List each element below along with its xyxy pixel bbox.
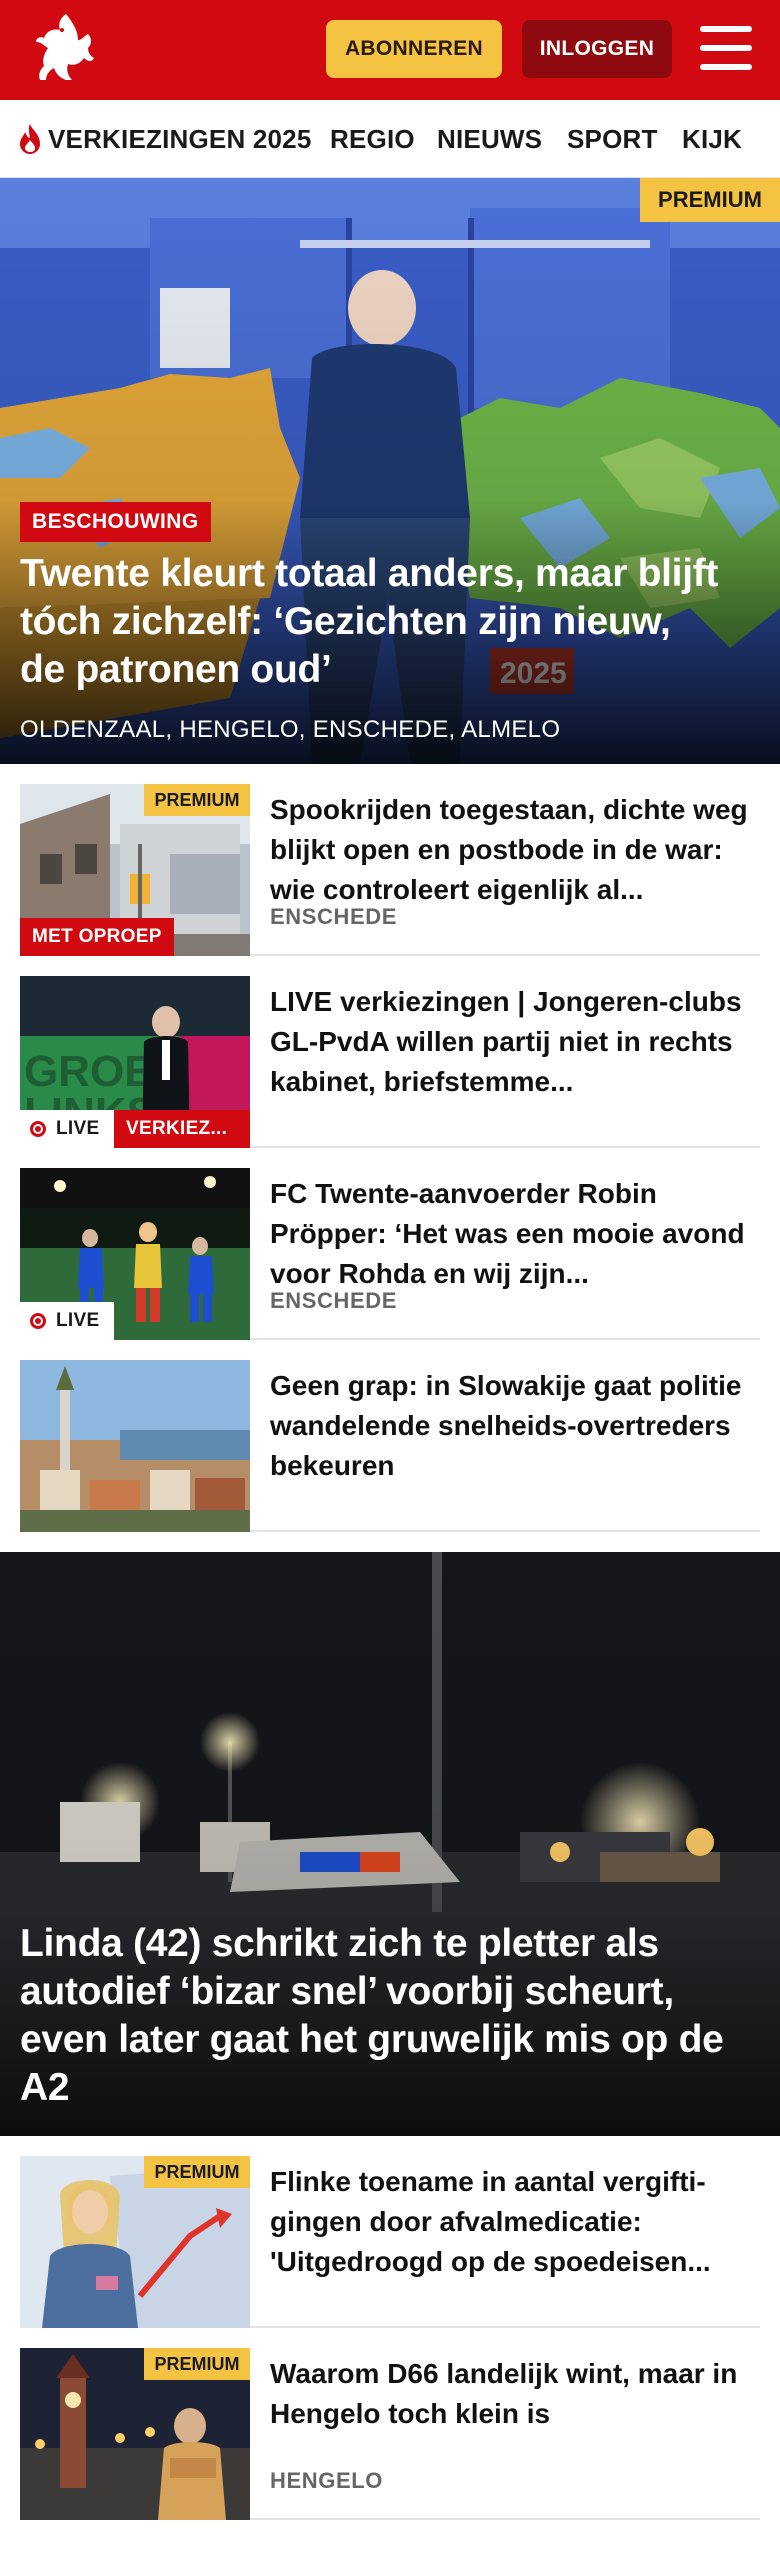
article-title[interactable]: Waarom D66 landelijk wint, maar in Henge… <box>270 2354 760 2434</box>
article-card[interactable]: Geen grap: in Slowakije gaat politie wan… <box>20 1340 760 1532</box>
live-dot-icon <box>30 1313 46 1329</box>
hero-title[interactable]: Twente kleurt totaal anders, maar blijft… <box>20 550 720 694</box>
article-thumbnail: GROE LINKS LIVE VERKIEZ... <box>20 976 250 1148</box>
nav-item-sport[interactable]: SPORT <box>567 100 658 177</box>
flame-icon <box>20 124 40 154</box>
article-card[interactable]: PREMIUM Flinke toename in aantal vergift… <box>20 2136 760 2328</box>
article-thumbnail: PREMIUM MET OPROEP <box>20 784 250 956</box>
featured-article[interactable]: Linda (42) schrikt zich te pletter als a… <box>0 1552 780 2136</box>
article-thumbnail <box>20 1360 250 1532</box>
twente-horse-logo[interactable] <box>22 8 106 92</box>
article-title[interactable]: FC Twente-aanvoerder Robin Pröpper: ‘Het… <box>270 1174 760 1294</box>
nav-item-nieuws[interactable]: NIEUWS <box>437 100 542 177</box>
article-thumbnail: PREMIUM <box>20 2156 250 2328</box>
premium-badge: PREMIUM <box>144 784 250 816</box>
election-badge: VERKIEZ... <box>114 1110 250 1148</box>
article-card[interactable]: GROE LINKS LIVE VERKIEZ... LIVE verkiezi… <box>20 956 760 1148</box>
article-thumbnail: LIVE <box>20 1168 250 1340</box>
premium-badge: PREMIUM <box>144 2348 250 2380</box>
call-badge: MET OPROEP <box>20 918 174 956</box>
article-card[interactable]: LIVE FC Twente-aanvoerder Robin Pröpper:… <box>20 1148 760 1340</box>
article-location: HENGELO <box>270 2468 383 2493</box>
premium-badge: PREMIUM <box>144 2156 250 2188</box>
article-card[interactable]: PREMIUM Waarom D66 landelijk wint, maar … <box>20 2328 760 2520</box>
premium-badge: PREMIUM <box>640 178 780 222</box>
top-bar: ABONNEREN INLOGGEN <box>0 0 780 100</box>
live-label: LIVE <box>56 1310 100 1331</box>
live-dot-icon <box>30 1121 46 1137</box>
article-location: ENSCHEDE <box>270 904 398 929</box>
featured-title[interactable]: Linda (42) schrikt zich te pletter als a… <box>20 1920 740 2112</box>
article-card[interactable]: PREMIUM MET OPROEP Spookrijden toegestaa… <box>20 764 760 956</box>
article-title[interactable]: LIVE verkiezingen | Jongeren-clubs GL-Pv… <box>270 982 760 1102</box>
live-badge: LIVE <box>20 1302 114 1340</box>
category-label: BESCHOUWING <box>20 502 211 542</box>
nav-item-verkiezingen[interactable]: VERKIEZINGEN 2025 <box>16 100 312 177</box>
live-badge: LIVE <box>20 1110 114 1148</box>
hero-locations: OLDENZAAL, HENGELO, ENSCHEDE, ALMELO <box>20 716 561 743</box>
article-location: ENSCHEDE <box>270 1288 398 1313</box>
subscribe-button[interactable]: ABONNEREN <box>326 20 502 78</box>
nav-item-kijk[interactable]: KIJK <box>682 100 742 177</box>
nav-item-regio[interactable]: REGIO <box>330 100 415 177</box>
article-title[interactable]: Geen grap: in Slowakije gaat politie wan… <box>270 1366 760 1486</box>
nav-label: VERKIEZINGEN 2025 <box>48 123 312 154</box>
article-thumbnail: PREMIUM <box>20 2348 250 2520</box>
section-nav: VERKIEZINGEN 2025 REGIO NIEUWS SPORT KIJ… <box>0 100 780 178</box>
menu-icon[interactable] <box>700 26 752 70</box>
hero-article[interactable]: 2025 PREMIUM BESCHOUWING Twente kleurt t… <box>0 178 780 764</box>
live-label: LIVE <box>56 1118 100 1139</box>
article-title[interactable]: Flinke toename in aantal vergifti-gingen… <box>270 2162 760 2282</box>
article-title[interactable]: Spookrijden toegestaan, dichte weg blijk… <box>270 790 760 910</box>
login-button[interactable]: INLOGGEN <box>522 20 672 78</box>
